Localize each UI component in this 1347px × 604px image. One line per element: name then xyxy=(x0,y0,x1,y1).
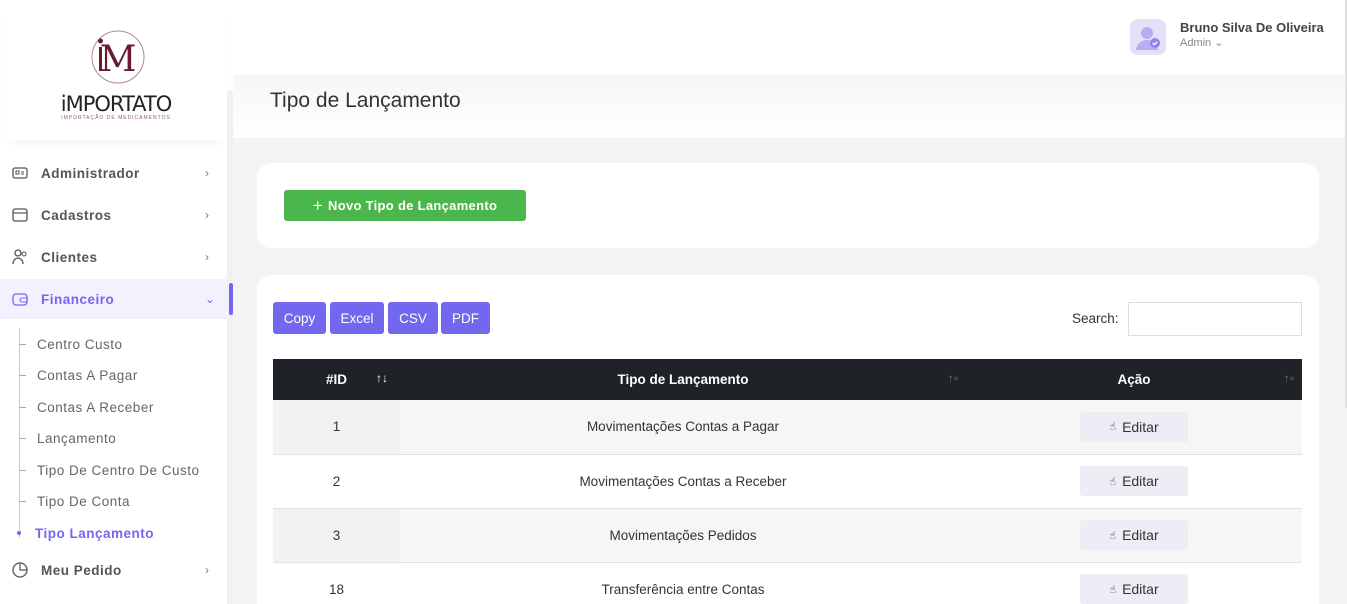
actions-card: + Novo Tipo de Lançamento xyxy=(257,163,1319,248)
user-avatar-icon[interactable] xyxy=(1130,19,1166,55)
edit-button[interactable]: ☝ Editar xyxy=(1080,466,1188,496)
hand-pointer-icon: ☝ xyxy=(1109,583,1117,596)
edit-button[interactable]: ☝ Editar xyxy=(1080,520,1188,550)
cell-acao: ☝ Editar xyxy=(966,454,1302,509)
edit-button[interactable]: ☝ Editar xyxy=(1080,411,1188,442)
wallet-icon xyxy=(12,293,28,306)
submenu-label: Lançamento xyxy=(37,430,117,446)
users-icon xyxy=(12,249,27,265)
submenu-label: Tipo De Conta xyxy=(37,493,131,509)
cell-tipo: Movimentações Pedidos xyxy=(400,508,966,563)
column-header-tipo[interactable]: Tipo de Lançamento ↑▫ xyxy=(400,359,966,400)
pdf-button[interactable]: PDF xyxy=(441,302,490,334)
cell-acao: ☝ Editar xyxy=(966,508,1302,563)
window-icon xyxy=(12,208,28,222)
column-header-id[interactable]: #ID ↑↓ xyxy=(273,359,400,400)
submenu-item-contas-a-receber[interactable]: Contas A Receber xyxy=(19,397,154,417)
menu-item-clientes[interactable]: Clientes › xyxy=(0,237,227,277)
sidebar-scrollbar[interactable] xyxy=(227,90,233,604)
table-card: Copy Excel CSV PDF Search: #ID ↑↓ Tipo d… xyxy=(257,275,1319,604)
card-icon xyxy=(12,167,28,179)
sort-icon: ↑▫ xyxy=(1283,371,1294,385)
submenu-item-tipo-conta[interactable]: Tipo De Conta xyxy=(19,491,130,511)
menu-label: Meu Pedido xyxy=(41,562,122,578)
submenu-item-centro-custo[interactable]: Centro Custo xyxy=(19,334,123,354)
menu-item-administrador[interactable]: Administrador › xyxy=(0,153,227,193)
cell-acao: ☝ Editar xyxy=(966,400,1302,455)
active-indicator xyxy=(229,283,233,315)
hand-pointer-icon: ☝ xyxy=(1109,475,1117,488)
new-button-label: Novo Tipo de Lançamento xyxy=(328,198,498,213)
table-row: 2 Movimentações Contas a Receber ☝ Editar xyxy=(273,454,1302,509)
page-title: Tipo de Lançamento xyxy=(270,89,461,112)
new-tipo-lancamento-button[interactable]: + Novo Tipo de Lançamento xyxy=(284,190,526,221)
submenu-label: Tipo De Centro De Custo xyxy=(37,462,200,478)
menu-item-cadastros[interactable]: Cadastros › xyxy=(0,195,227,235)
copy-button[interactable]: Copy xyxy=(273,302,326,334)
table-row: 3 Movimentações Pedidos ☝ Editar xyxy=(273,508,1302,563)
cell-id: 1 xyxy=(273,400,400,455)
menu-label: Clientes xyxy=(41,249,98,265)
brand-tagline: IMPORTAÇÃO DE MEDICAMENTOS xyxy=(61,115,171,121)
brand-logo[interactable]: M iMPORTATO IMPORTAÇÃO DE MEDICAMENTOS xyxy=(5,0,227,140)
table-row: 1 Movimentações Contas a Pagar ☝ Editar xyxy=(273,400,1302,455)
cell-id: 2 xyxy=(273,454,400,509)
page-title-bar: Tipo de Lançamento xyxy=(233,75,1345,138)
hand-pointer-icon: ☝ xyxy=(1109,421,1117,434)
menu-item-meu-pedido[interactable]: Meu Pedido › xyxy=(0,550,227,590)
sort-asc-icon: ↑↓ xyxy=(376,371,388,385)
chevron-right-icon: › xyxy=(205,250,209,264)
chevron-right-icon: › xyxy=(205,166,209,180)
edit-button[interactable]: ☝ Editar xyxy=(1080,574,1188,604)
submenu-item-tipo-lancamento[interactable]: Tipo Lançamento xyxy=(17,523,155,543)
menu-label: Administrador xyxy=(41,165,140,181)
menu-label: Cadastros xyxy=(41,207,112,223)
submenu-item-contas-a-pagar[interactable]: Contas A Pagar xyxy=(19,365,138,385)
chevron-right-icon: › xyxy=(205,208,209,222)
chevron-right-icon: › xyxy=(205,563,209,577)
submenu-label: Contas A Pagar xyxy=(37,367,138,383)
table-header-row: #ID ↑↓ Tipo de Lançamento ↑▫ Ação ↑▫ xyxy=(273,359,1302,400)
search-label: Search: xyxy=(1072,311,1119,326)
cell-id: 18 xyxy=(273,562,400,604)
top-header: Bruno Silva De Oliveira Admin ⌄ xyxy=(233,0,1345,75)
plus-icon: + xyxy=(312,195,324,215)
submenu-label: Contas A Receber xyxy=(37,399,154,415)
submenu-label: Centro Custo xyxy=(37,336,123,352)
user-role-dropdown[interactable]: Admin ⌄ xyxy=(1180,36,1223,49)
brand-name: iMPORTATO xyxy=(60,92,173,116)
sort-icon: ↑▫ xyxy=(947,371,958,385)
chevron-down-icon: ⌄ xyxy=(205,292,216,306)
submenu-label: Tipo Lançamento xyxy=(35,525,155,541)
excel-button[interactable]: Excel xyxy=(330,302,384,334)
logo-mark-icon: M xyxy=(91,30,145,84)
column-header-acao[interactable]: Ação ↑▫ xyxy=(966,359,1302,400)
hand-pointer-icon: ☝ xyxy=(1109,529,1117,542)
chart-pie-icon xyxy=(12,562,28,578)
menu-label: Financeiro xyxy=(41,291,115,307)
search-input[interactable] xyxy=(1128,302,1302,336)
cell-tipo: Transferência entre Contas xyxy=(400,562,966,604)
cell-tipo: Movimentações Contas a Pagar xyxy=(400,400,966,455)
tipo-lancamento-table: #ID ↑↓ Tipo de Lançamento ↑▫ Ação ↑▫ 1 M… xyxy=(273,359,1302,604)
cell-acao: ☝ Editar xyxy=(966,562,1302,604)
cell-id: 3 xyxy=(273,508,400,563)
svg-text:M: M xyxy=(100,39,137,80)
submenu-item-lancamento[interactable]: Lançamento xyxy=(19,428,116,448)
user-name[interactable]: Bruno Silva De Oliveira xyxy=(1180,20,1324,35)
csv-button[interactable]: CSV xyxy=(388,302,438,334)
menu-item-financeiro[interactable]: Financeiro ⌄ xyxy=(0,279,227,319)
submenu-item-tipo-centro-custo[interactable]: Tipo De Centro De Custo xyxy=(19,460,200,480)
table-row: 18 Transferência entre Contas ☝ Editar xyxy=(273,562,1302,604)
cell-tipo: Movimentações Contas a Receber xyxy=(400,454,966,509)
sidebar: M iMPORTATO IMPORTAÇÃO DE MEDICAMENTOS A… xyxy=(0,0,233,604)
